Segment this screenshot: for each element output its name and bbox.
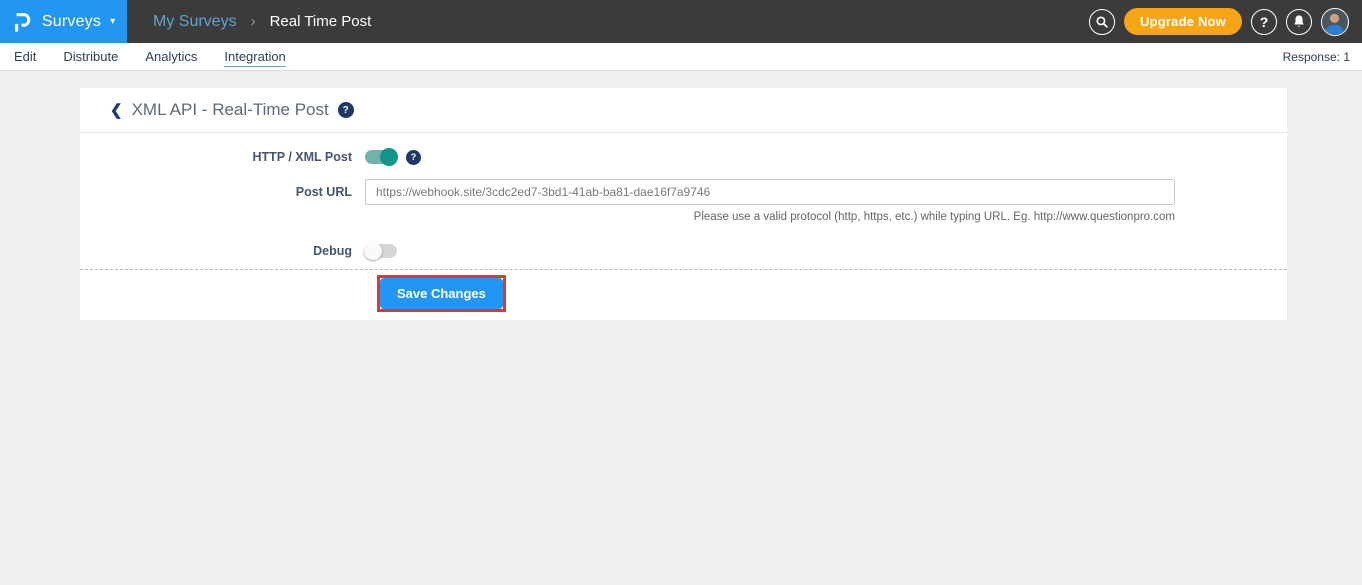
debug-row: Debug: [80, 242, 1287, 260]
toggle-knob: [364, 242, 382, 260]
surveys-menu-button[interactable]: Surveys ▾: [0, 0, 127, 43]
breadcrumb-my-surveys[interactable]: My Surveys: [153, 13, 237, 31]
bell-icon: [1292, 14, 1306, 29]
integration-settings-card: ❮ XML API - Real-Time Post ? HTTP / XML …: [80, 88, 1287, 320]
tab-distribute[interactable]: Distribute: [63, 49, 118, 64]
save-button-highlight-annotation: Save Changes: [377, 275, 506, 312]
help-button[interactable]: ?: [1251, 9, 1277, 35]
title-help-icon[interactable]: ?: [338, 102, 354, 118]
http-xml-post-help-icon[interactable]: ?: [406, 150, 421, 165]
breadcrumb-current-page: Real Time Post: [270, 13, 372, 30]
avatar-photo: [1322, 9, 1347, 34]
post-url-helper-row: Please use a valid protocol (http, https…: [80, 211, 1287, 223]
upgrade-now-button[interactable]: Upgrade Now: [1124, 8, 1242, 35]
questionpro-logo-icon: [12, 9, 34, 35]
http-xml-post-toggle[interactable]: [365, 150, 397, 164]
help-icon: ?: [1260, 15, 1269, 29]
back-icon[interactable]: ❮: [110, 101, 123, 119]
debug-label: Debug: [80, 244, 365, 258]
search-icon: [1095, 15, 1109, 29]
user-avatar[interactable]: [1321, 8, 1349, 36]
notifications-button[interactable]: [1286, 9, 1312, 35]
post-url-label: Post URL: [80, 185, 365, 199]
toggle-knob: [380, 148, 398, 166]
response-count: Response: 1: [1283, 50, 1350, 64]
http-xml-post-label: HTTP / XML Post: [80, 150, 365, 164]
tab-integration[interactable]: Integration: [224, 49, 285, 64]
breadcrumb-separator-icon: ›: [251, 13, 256, 30]
section-divider: [80, 269, 1287, 270]
search-button[interactable]: [1089, 9, 1115, 35]
debug-toggle[interactable]: [365, 244, 397, 258]
tab-edit[interactable]: Edit: [14, 49, 36, 64]
chevron-down-icon: ▾: [110, 16, 115, 27]
page-title: XML API - Real-Time Post: [132, 100, 329, 120]
post-url-input[interactable]: [365, 179, 1175, 205]
survey-tab-bar: Edit Distribute Analytics Integration Re…: [0, 43, 1362, 71]
http-xml-post-row: HTTP / XML Post ?: [80, 148, 1287, 166]
post-url-row: Post URL: [80, 179, 1287, 205]
app-name: Surveys: [42, 13, 101, 31]
card-header: ❮ XML API - Real-Time Post ?: [80, 88, 1287, 133]
breadcrumb: My Surveys › Real Time Post: [153, 13, 371, 31]
top-navigation-bar: Surveys ▾ My Surveys › Real Time Post Up…: [0, 0, 1362, 43]
topbar-actions: Upgrade Now ?: [1089, 8, 1362, 36]
post-url-helper-text: Please use a valid protocol (http, https…: [365, 211, 1175, 223]
save-changes-button[interactable]: Save Changes: [380, 278, 503, 309]
tab-analytics[interactable]: Analytics: [145, 49, 197, 64]
